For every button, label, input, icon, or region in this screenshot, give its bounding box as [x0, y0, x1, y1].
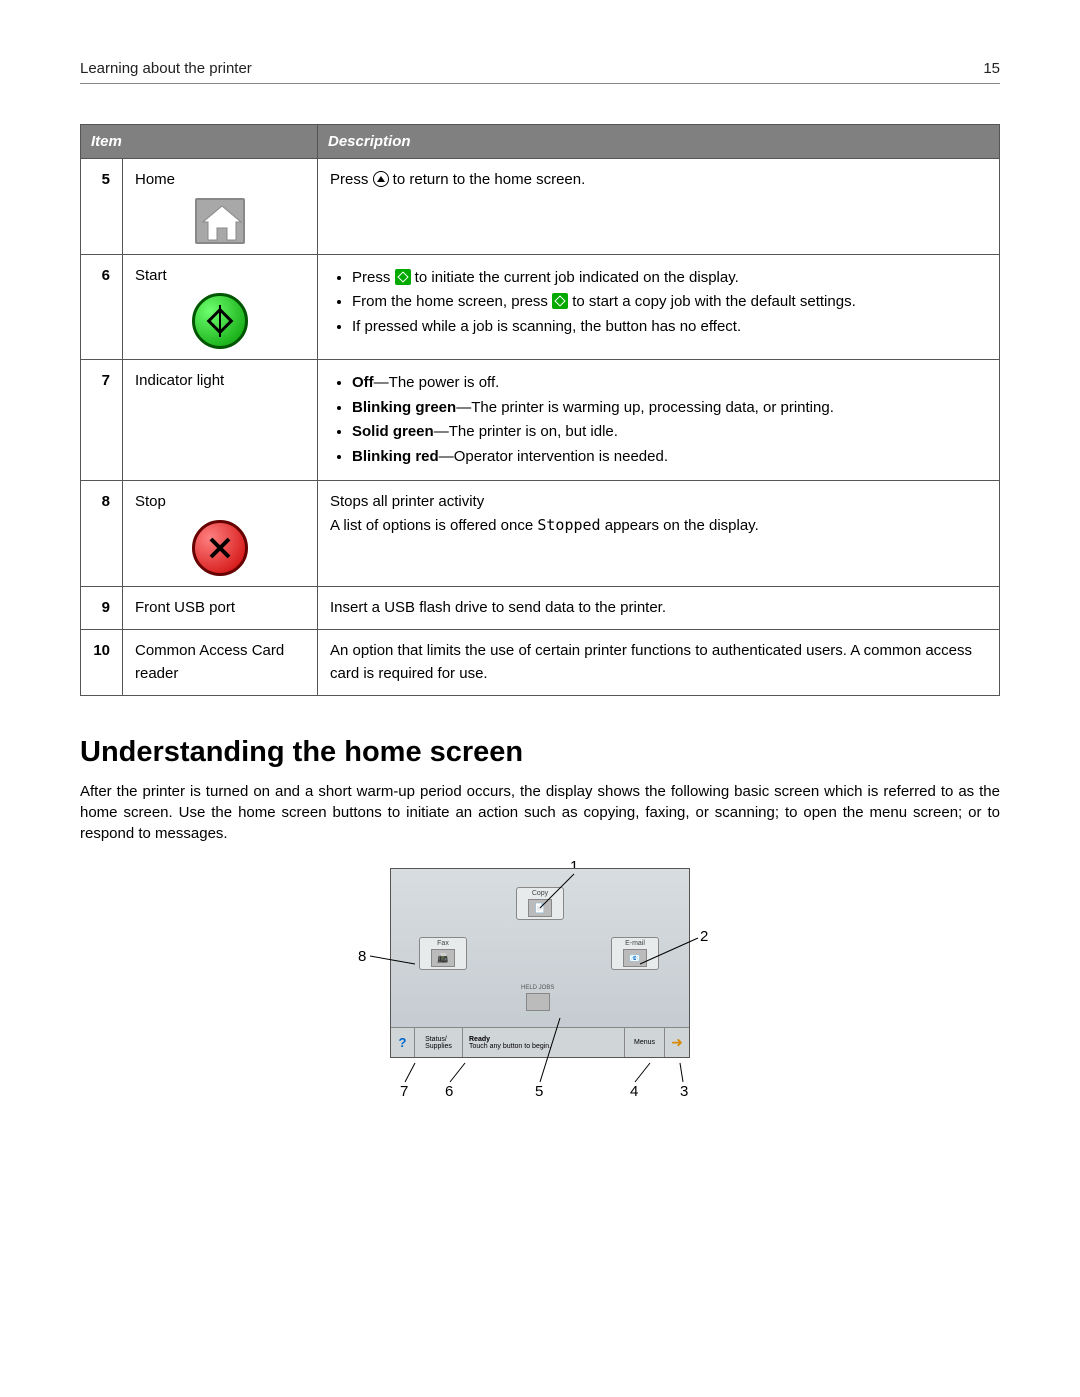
bullet: From the home screen, press to start a c…: [352, 291, 987, 314]
section-body: After the printer is turned on and a sho…: [80, 781, 1000, 844]
bullet: Solid green—The printer is on, but idle.: [352, 421, 987, 444]
home-icon: [195, 198, 245, 244]
home-inline-icon: [373, 171, 389, 187]
section-heading: Understanding the home screen: [80, 736, 1000, 769]
held-jobs-label: HELD JOBS: [521, 985, 554, 1011]
bullet: Off—The power is off.: [352, 372, 987, 395]
row-item: Common Access Card reader: [123, 630, 318, 696]
col-item: Item: [81, 125, 318, 159]
row-description: Insert a USB flash drive to send data to…: [318, 586, 1000, 630]
bullet: If pressed while a job is scanning, the …: [352, 316, 987, 339]
start-icon: [192, 293, 248, 349]
row-item: Home: [123, 159, 318, 255]
table-row: 9 Front USB port Insert a USB flash driv…: [81, 586, 1000, 630]
callout-2: 2: [700, 928, 708, 945]
row-number: 5: [81, 159, 123, 255]
fax-button: Fax 📠: [419, 937, 467, 970]
bullet: Blinking red—Operator intervention is ne…: [352, 446, 987, 469]
table-row: 7 Indicator light Off—The power is off. …: [81, 360, 1000, 481]
table-row: 5 Home Press to return to the home scree…: [81, 159, 1000, 255]
page-number: 15: [983, 60, 1000, 77]
start-inline-icon: [395, 269, 411, 285]
row-item: Front USB port: [123, 586, 318, 630]
copy-button: Copy 📄: [516, 887, 564, 920]
row-number: 6: [81, 254, 123, 360]
callout-6: 6: [445, 1083, 453, 1100]
start-inline-icon: [552, 293, 568, 309]
row-item: Indicator light: [123, 360, 318, 481]
row-number: 10: [81, 630, 123, 696]
stop-icon: [192, 520, 248, 576]
col-description: Description: [318, 125, 1000, 159]
row-item: Stop: [123, 481, 318, 587]
control-panel-table: Item Description 5 Home: [80, 124, 1000, 696]
copy-icon: 📄: [528, 899, 552, 917]
status-message: Ready Touch any button to begin.: [463, 1028, 625, 1057]
callout-4: 4: [630, 1083, 638, 1100]
row-number: 8: [81, 481, 123, 587]
help-button: ?: [391, 1028, 415, 1057]
row-item: Start: [123, 254, 318, 360]
callout-7: 7: [400, 1083, 408, 1100]
row-number: 7: [81, 360, 123, 481]
callout-3: 3: [680, 1083, 688, 1100]
held-jobs-icon: [526, 993, 550, 1011]
row-description: Press to return to the home screen.: [318, 159, 1000, 255]
row-description: An option that limits the use of certain…: [318, 630, 1000, 696]
header-title: Learning about the printer: [80, 60, 252, 77]
table-row: 10 Common Access Card reader An option t…: [81, 630, 1000, 696]
row-description: Stops all printer activity A list of opt…: [318, 481, 1000, 587]
home-screen-figure: 1 2 3 4 5 6 7 8 Copy 📄 Fax 📠 E: [360, 868, 720, 1058]
callout-5: 5: [535, 1083, 543, 1100]
menus-arrow-icon: ➜: [665, 1028, 689, 1057]
email-icon: 📧: [623, 949, 647, 967]
row-description: Press to initiate the current job indica…: [318, 254, 1000, 360]
email-button: E-mail 📧: [611, 937, 659, 970]
fax-icon: 📠: [431, 949, 455, 967]
bullet: Blinking green—The printer is warming up…: [352, 397, 987, 420]
table-row: 8 Stop Stops all printer activity: [81, 481, 1000, 587]
callout-8: 8: [358, 948, 366, 965]
status-supplies-button: Status/ Supplies: [415, 1028, 463, 1057]
page-header: Learning about the printer 15: [80, 60, 1000, 84]
code-stopped: Stopped: [537, 516, 600, 534]
row-number: 9: [81, 586, 123, 630]
row-description: Off—The power is off. Blinking green—The…: [318, 360, 1000, 481]
bullet: Press to initiate the current job indica…: [352, 267, 987, 290]
status-bar: ? Status/ Supplies Ready Touch any butto…: [391, 1027, 689, 1057]
printer-home-screen: Copy 📄 Fax 📠 E-mail 📧 HELD JOBS ?: [390, 868, 690, 1058]
menus-button: Menus: [625, 1028, 665, 1057]
table-row: 6 Start Press: [81, 254, 1000, 360]
